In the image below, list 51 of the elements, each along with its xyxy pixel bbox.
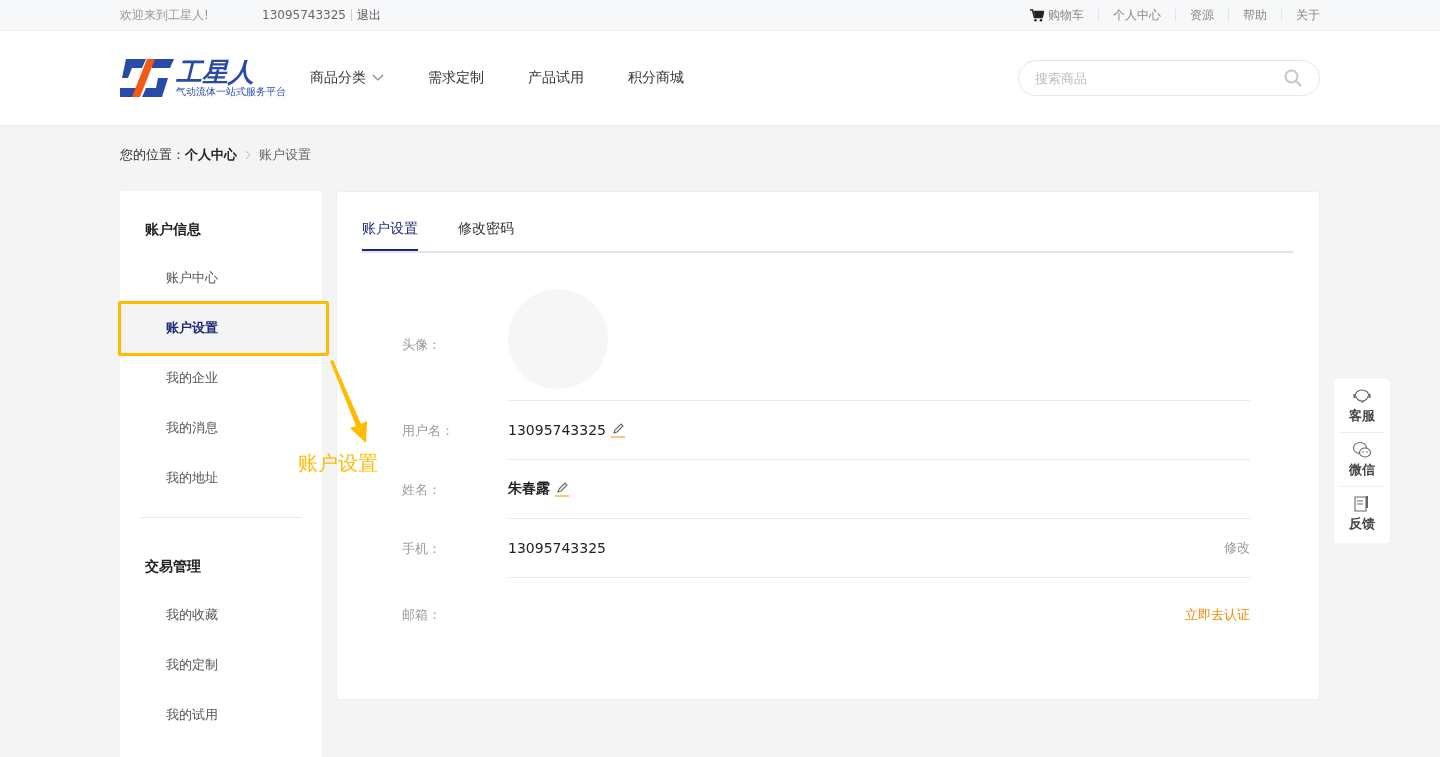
sidebar-item[interactable]: 我的消息 bbox=[118, 403, 288, 453]
user-phone: 13095743325 bbox=[262, 8, 346, 22]
sidebar-item[interactable]: 我的企业 bbox=[118, 353, 288, 403]
field-value: 13095743325 bbox=[508, 422, 606, 438]
sidebar-item[interactable]: 我的定制 bbox=[118, 640, 288, 690]
breadcrumb-label: 您的位置： bbox=[120, 146, 185, 164]
field-label: 头像： bbox=[402, 336, 442, 354]
field-value: 13095743325 bbox=[508, 540, 606, 556]
breadcrumb-link[interactable]: 账户设置 bbox=[259, 146, 311, 164]
sidebar-item[interactable]: 我的试用 bbox=[118, 690, 288, 740]
welcome-text: 欢迎来到工星人! bbox=[120, 6, 210, 24]
field-label: 手机： bbox=[402, 539, 442, 558]
top-link[interactable]: 个人中心 bbox=[1113, 6, 1161, 24]
sidebar-group-title: 账户信息 bbox=[144, 220, 202, 239]
nav-link[interactable]: 积分商城 bbox=[628, 69, 684, 87]
search-field[interactable]: 搜索商品 bbox=[1018, 60, 1320, 96]
floating-tool-button[interactable]: 反馈 bbox=[1334, 493, 1390, 537]
pencil-icon[interactable] bbox=[554, 481, 570, 497]
nav-link[interactable]: 需求定制 bbox=[428, 69, 484, 87]
logo-text: 工星人 bbox=[176, 58, 255, 86]
top-link[interactable]: 资源 bbox=[1190, 6, 1214, 24]
floating-tool-button[interactable]: 微信 bbox=[1334, 439, 1390, 483]
search-icon bbox=[1284, 69, 1302, 87]
field-label: 用户名： bbox=[402, 421, 455, 440]
chevron-down-icon bbox=[372, 74, 384, 82]
chevron-right-icon bbox=[245, 150, 251, 160]
top-link[interactable]: 关于 bbox=[1296, 6, 1320, 24]
sidebar-item[interactable]: 我的收藏 bbox=[118, 590, 288, 640]
pencil-icon[interactable] bbox=[610, 422, 626, 438]
sidebar-group-title: 交易管理 bbox=[144, 557, 202, 576]
field-label: 姓名： bbox=[402, 480, 442, 499]
nav-link[interactable]: 商品分类 bbox=[310, 69, 384, 87]
chat-icon bbox=[1352, 441, 1372, 459]
annotation-label: 账户设置 bbox=[298, 450, 378, 477]
sidebar-item[interactable]: 我的地址 bbox=[118, 453, 288, 503]
sidebar-item[interactable]: 账户设置 bbox=[118, 303, 322, 353]
nav-link[interactable]: 产品试用 bbox=[528, 69, 584, 87]
logo-slogan: 气动流体一站式服务平台 bbox=[176, 86, 286, 98]
top-link[interactable]: 购物车 bbox=[1030, 6, 1084, 24]
headset-icon bbox=[1352, 387, 1372, 405]
tab[interactable]: 修改密码 bbox=[458, 220, 514, 251]
field-label: 邮箱： bbox=[402, 606, 442, 624]
sidebar-item[interactable]: 账户中心 bbox=[118, 253, 288, 303]
logout-link[interactable]: 退出 bbox=[357, 6, 381, 24]
logo-mark-icon bbox=[120, 59, 174, 97]
floating-tool-button[interactable]: 客服 bbox=[1334, 385, 1390, 429]
cart-icon bbox=[1030, 8, 1044, 22]
top-link[interactable]: 帮助 bbox=[1243, 6, 1267, 24]
field-value: 朱春露 bbox=[508, 480, 550, 498]
tab[interactable]: 账户设置 bbox=[362, 220, 418, 251]
breadcrumb-link[interactable]: 个人中心 bbox=[185, 146, 237, 164]
